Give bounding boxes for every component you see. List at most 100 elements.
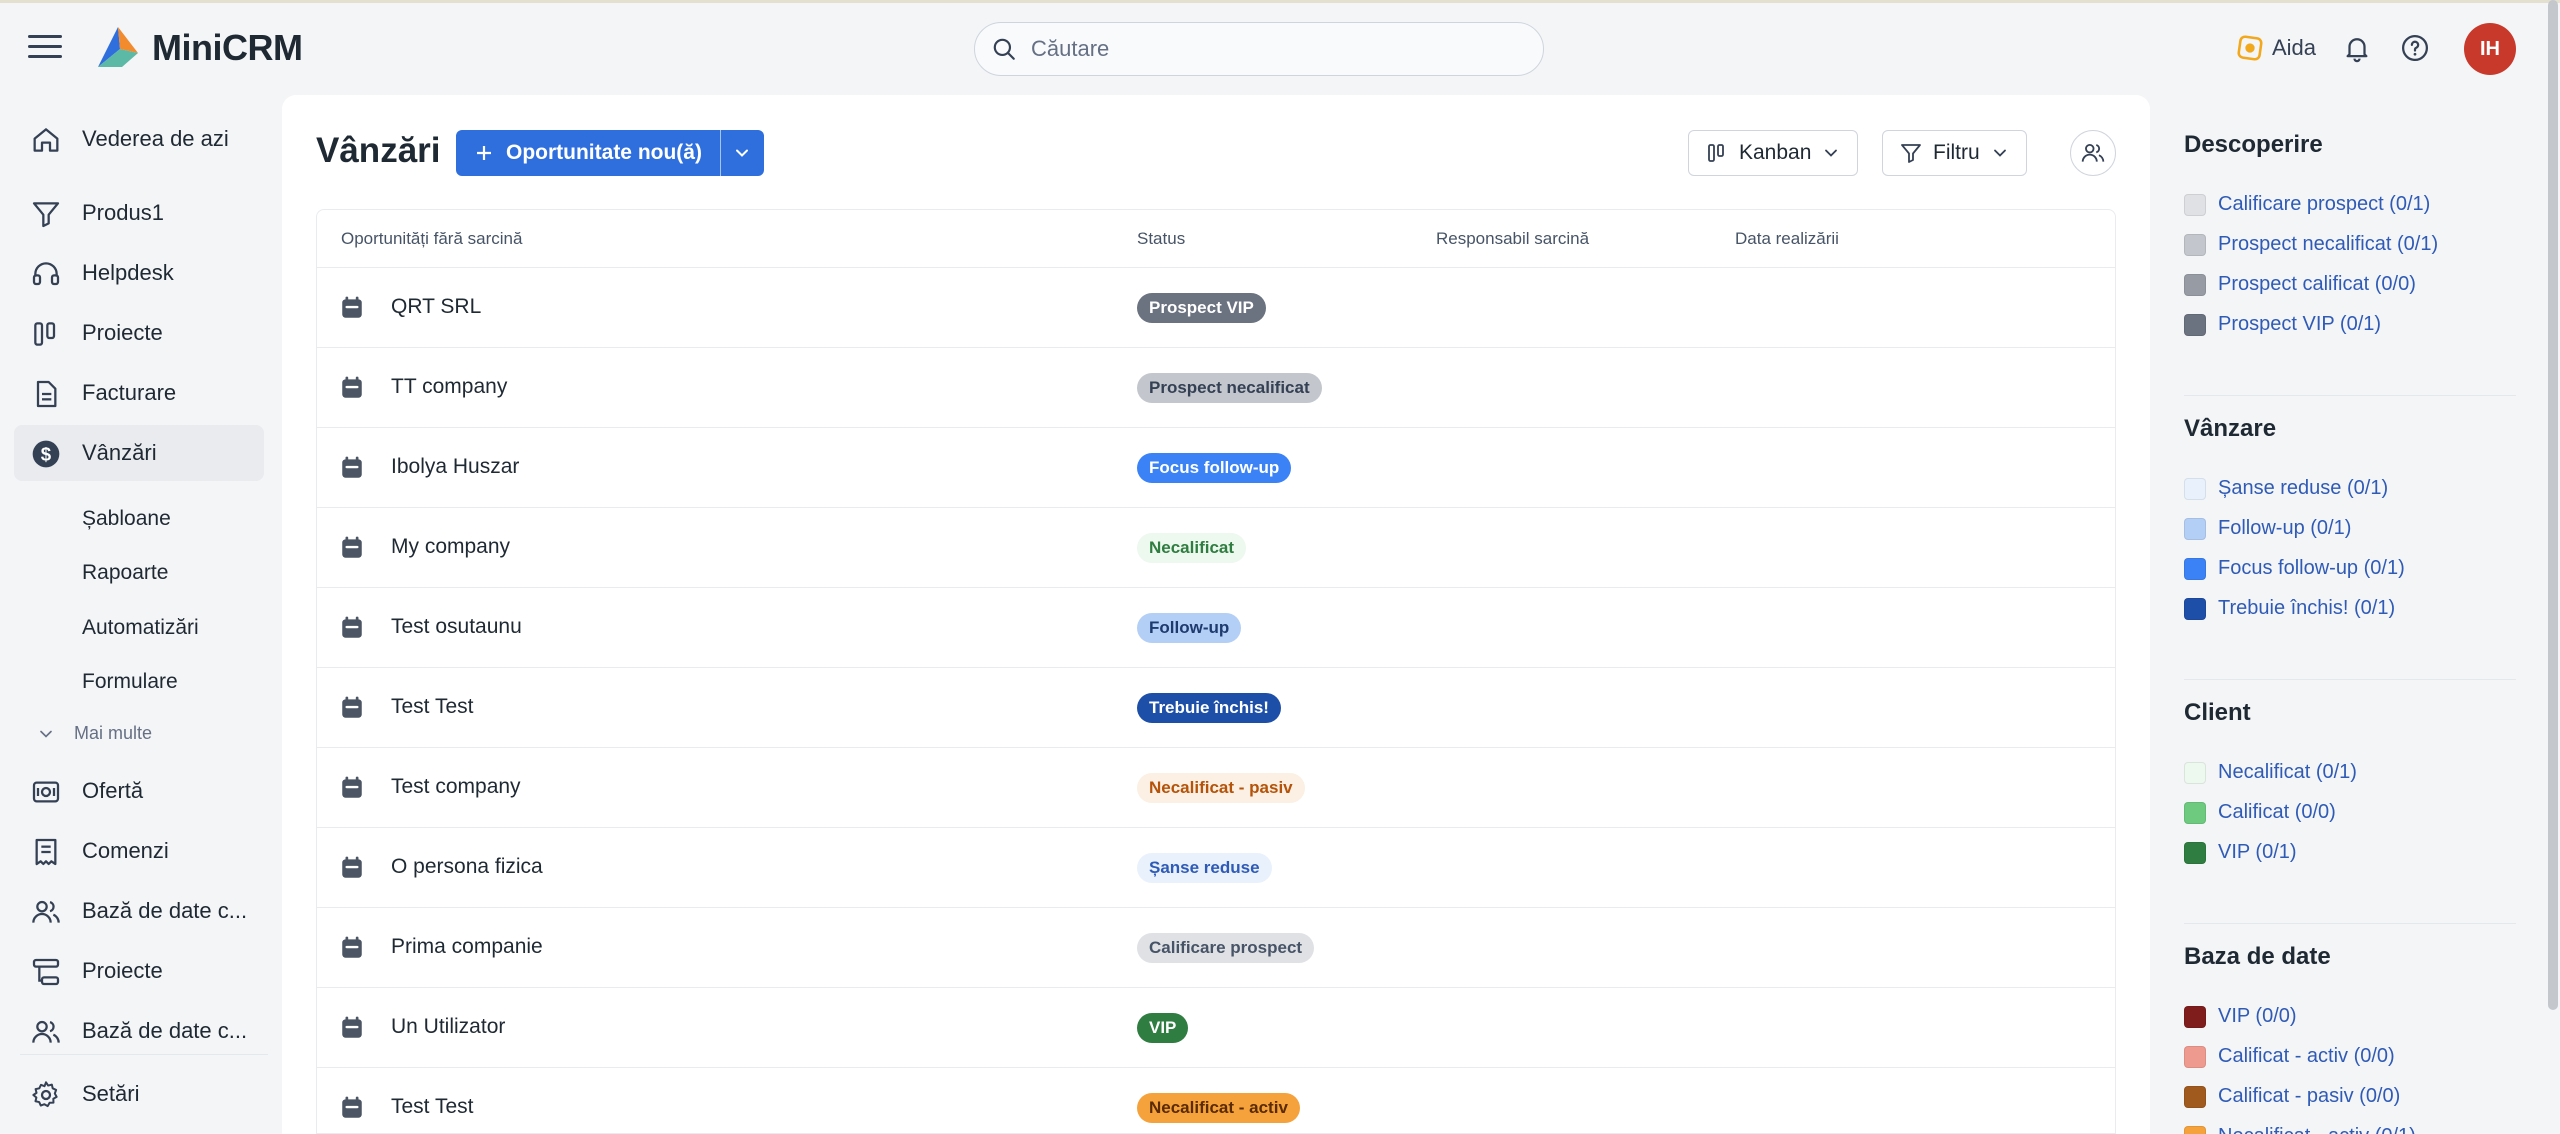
sidebar-item-label: Helpdesk [82, 260, 174, 285]
headset-icon [32, 262, 60, 286]
legend-swatch [2184, 1045, 2206, 1068]
table-row[interactable]: Prima companie Calificare prospect [317, 908, 2115, 988]
new-opportunity-button[interactable]: Oportunitate nou(ă) [456, 130, 720, 176]
legend-swatch [2184, 517, 2206, 540]
sidebar-subitem-rapoarte[interactable]: Rapoarte [82, 561, 168, 585]
legend-item[interactable]: Prospect VIP (0/1) [2184, 313, 2381, 336]
table-row[interactable]: TT company Prospect necalificat [317, 348, 2115, 428]
opportunities-table: Oportunități fără sarcină Status Respons… [316, 209, 2116, 1134]
sidebar-item-vederea-de-azi[interactable]: Vederea de azi [14, 111, 264, 167]
table-row[interactable]: Test Test Trebuie închis! [317, 668, 2115, 748]
sidebar-item-vanzari[interactable]: $ Vânzări [14, 425, 264, 481]
sidebar-item-comenzi[interactable]: Comenzi [14, 823, 264, 879]
hamburger-menu-icon[interactable] [28, 35, 62, 63]
calendar-icon [342, 536, 362, 558]
table-row[interactable]: Ibolya Huszar Focus follow-up [317, 428, 2115, 508]
legend-item[interactable]: Trebuie închis! (0/1) [2184, 597, 2395, 620]
sidebar-subitem-sabloane[interactable]: Șabloane [82, 507, 171, 531]
sidebar-item-proiecte-2[interactable]: Proiecte [14, 943, 264, 999]
legend-item[interactable]: Calificare prospect (0/1) [2184, 193, 2430, 216]
legend-item[interactable]: Prospect necalificat (0/1) [2184, 233, 2438, 256]
table-row[interactable]: Test company Necalificat - pasiv [317, 748, 2115, 828]
filter-button[interactable]: Filtru [1882, 130, 2027, 176]
sidebar-item-label: Produs1 [82, 200, 164, 225]
legend-item[interactable]: Necalificat (0/1) [2184, 761, 2357, 784]
document-icon [36, 380, 57, 408]
users-toggle-button[interactable] [2070, 130, 2116, 176]
sidebar-item-baza-de-date-2[interactable]: Bază de date c... [14, 1003, 264, 1059]
page-scrollbar[interactable] [2548, 0, 2558, 1010]
funnel-icon [32, 202, 60, 228]
row-opportunity-name[interactable]: QRT SRL [391, 295, 481, 319]
sidebar-item-label: Vederea de azi [82, 126, 229, 151]
sidebar-item-proiecte[interactable]: Proiecte [14, 305, 264, 361]
row-opportunity-name[interactable]: Test Test [391, 695, 473, 719]
funnel-icon [1901, 144, 1921, 163]
legend-item[interactable]: Șanse reduse (0/1) [2184, 477, 2388, 500]
search-box[interactable] [974, 22, 1544, 76]
calendar-icon [342, 856, 362, 878]
dollar-icon: $ [32, 440, 60, 468]
row-opportunity-name[interactable]: Ibolya Huszar [391, 455, 519, 479]
row-opportunity-name[interactable]: Prima companie [391, 935, 543, 959]
legend-section-title: Baza de date [2184, 943, 2331, 970]
legend-label: Necalificat (0/1) [2218, 761, 2357, 783]
new-opportunity-dropdown[interactable] [719, 130, 764, 176]
legend-label: Șanse reduse (0/1) [2218, 477, 2389, 499]
row-opportunity-name[interactable]: Un Utilizator [391, 1015, 505, 1039]
bell-icon[interactable] [2342, 33, 2372, 63]
status-badge: Necalificat - activ [1137, 1093, 1300, 1123]
legend-item[interactable]: Calificat - activ (0/0) [2184, 1045, 2395, 1068]
sidebar-item-setari[interactable]: Setări [14, 1066, 264, 1122]
legend-item[interactable]: VIP (0/0) [2184, 1005, 2297, 1028]
legend-label: Calificat (0/0) [2218, 801, 2336, 823]
legend-label: Follow-up (0/1) [2218, 517, 2352, 539]
row-opportunity-name[interactable]: TT company [391, 375, 507, 399]
row-opportunity-name[interactable]: O persona fizica [391, 855, 543, 879]
table-row[interactable]: QRT SRL Prospect VIP [317, 268, 2115, 348]
offer-icon [32, 781, 60, 803]
sidebar-subitem-automatizari[interactable]: Automatizări [82, 616, 199, 640]
sidebar-item-oferta[interactable]: Ofertă [14, 763, 264, 819]
legend-item[interactable]: VIP (0/1) [2184, 841, 2297, 864]
table-row[interactable]: My company Necalificat [317, 508, 2115, 588]
column-header-date[interactable]: Data realizării [1735, 229, 1839, 249]
search-input[interactable] [1031, 23, 1521, 74]
user-avatar[interactable]: IH [2464, 23, 2516, 75]
legend-item[interactable]: Prospect calificat (0/0) [2184, 273, 2416, 296]
column-header-opportunities[interactable]: Oportunități fără sarcină [341, 229, 522, 249]
aida-button[interactable]: Aida [2236, 34, 2316, 62]
legend-item[interactable]: Focus follow-up (0/1) [2184, 557, 2405, 580]
row-opportunity-name[interactable]: Test Test [391, 1095, 473, 1119]
table-row[interactable]: Test Test Necalificat - activ [317, 1068, 2115, 1133]
table-row[interactable]: Test osutaunu Follow-up [317, 588, 2115, 668]
status-badge: Prospect necalificat [1137, 373, 1322, 403]
legend-item[interactable]: Calificat (0/0) [2184, 801, 2336, 824]
row-opportunity-name[interactable]: Test osutaunu [391, 615, 522, 639]
row-opportunity-name[interactable]: My company [391, 535, 510, 559]
legend-item[interactable]: Calificat - pasiv (0/0) [2184, 1085, 2400, 1108]
legend-item[interactable]: Necalificat - activ (0/1) [2184, 1125, 2416, 1134]
sidebar-more-toggle[interactable]: Mai multe [36, 723, 152, 744]
new-opportunity-split-button: Oportunitate nou(ă) [456, 130, 764, 176]
legend-item[interactable]: Follow-up (0/1) [2184, 517, 2351, 540]
table-row[interactable]: O persona fizica Șanse reduse [317, 828, 2115, 908]
table-row[interactable]: Un Utilizator VIP [317, 988, 2115, 1068]
sidebar-item-label: Bază de date c... [82, 1018, 248, 1043]
calendar-icon [342, 456, 362, 478]
sidebar-divider [20, 1054, 268, 1055]
help-icon[interactable] [2400, 33, 2430, 63]
app-logo[interactable]: MiniCRM [92, 23, 303, 73]
sidebar-item-produs1[interactable]: Produs1 [14, 185, 264, 241]
minicrm-logo-icon [98, 27, 138, 67]
sidebar-item-baza-de-date-1[interactable]: Bază de date c... [14, 883, 264, 939]
column-header-status[interactable]: Status [1137, 229, 1185, 249]
sidebar-item-helpdesk[interactable]: Helpdesk [14, 245, 264, 301]
sidebar-item-facturare[interactable]: Facturare [14, 365, 264, 421]
row-opportunity-name[interactable]: Test company [391, 775, 521, 799]
view-kanban-button[interactable]: Kanban [1688, 130, 1859, 176]
legend-section-title: Vânzare [2184, 415, 2277, 442]
column-header-responsible[interactable]: Responsabil sarcină [1436, 229, 1589, 249]
sidebar-subitem-formulare[interactable]: Formulare [82, 670, 178, 694]
people-icon [32, 1020, 60, 1043]
